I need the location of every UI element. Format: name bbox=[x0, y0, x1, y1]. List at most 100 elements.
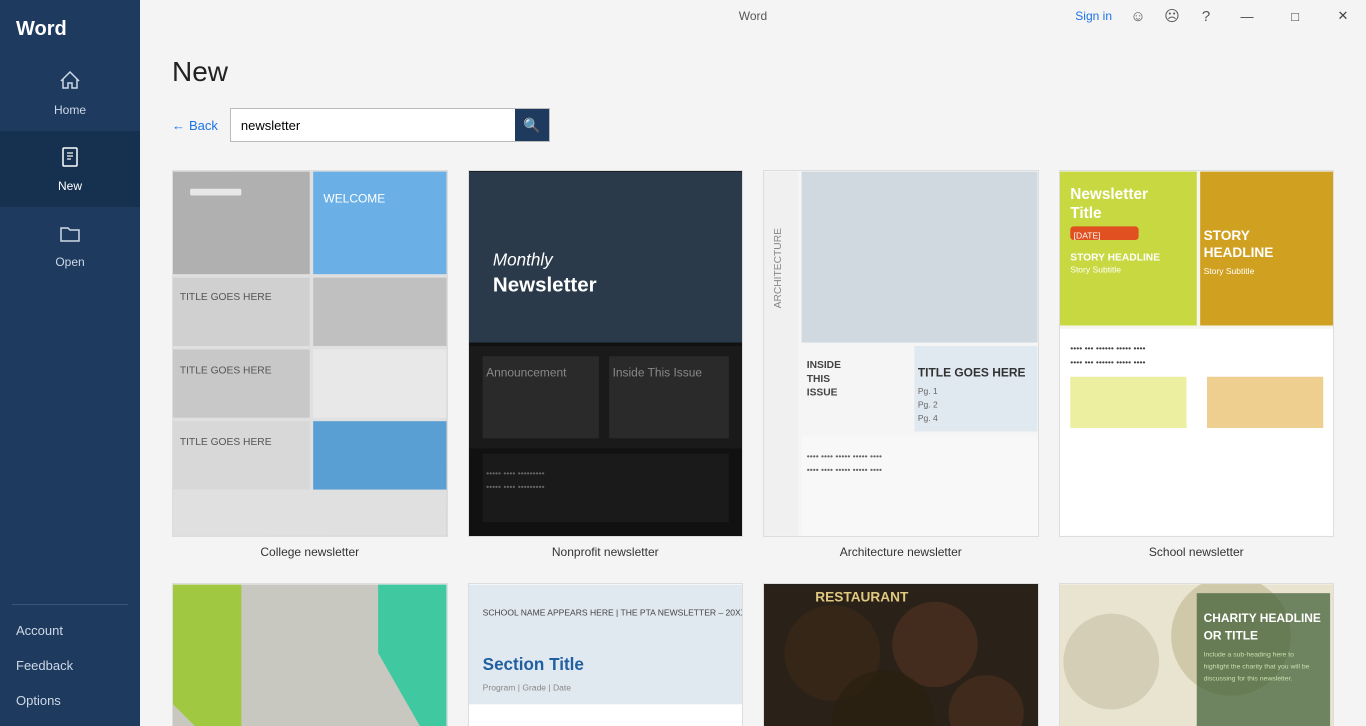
content-area: New ← Back 🔍 bbox=[140, 32, 1366, 726]
svg-text:TITLE GOES HERE: TITLE GOES HERE bbox=[180, 437, 272, 448]
template-card-school[interactable]: Newsletter Title [DATE] STORY HEADLINE S… bbox=[1059, 170, 1335, 559]
help-button[interactable]: ? bbox=[1190, 0, 1222, 32]
svg-text:THIS: THIS bbox=[807, 374, 831, 385]
minimize-button[interactable]: — bbox=[1224, 0, 1270, 32]
template-thumb-architecture: ARCHITECTURE INSIDE THIS ISSUE TITLE GOE… bbox=[763, 170, 1039, 537]
template-thumb-interior: COMPANY DATE EDITION X, VOLUME X NEWSLET… bbox=[172, 583, 448, 726]
template-card-nonprofit[interactable]: Monthly Newsletter Announcement Inside T… bbox=[468, 170, 744, 559]
sidebar-item-options-label: Options bbox=[16, 693, 61, 708]
svg-text:Pg. 2: Pg. 2 bbox=[918, 400, 938, 410]
svg-text:Newsletter: Newsletter bbox=[1070, 186, 1148, 203]
sidebar-item-new[interactable]: New bbox=[0, 131, 140, 207]
svg-text:STORY HEADLINE: STORY HEADLINE bbox=[1070, 253, 1160, 264]
svg-text:SCHOOL NAME APPEARS HERE | THE: SCHOOL NAME APPEARS HERE | THE PTA NEWSL… bbox=[482, 608, 742, 618]
svg-text:Title: Title bbox=[1070, 205, 1102, 222]
close-button[interactable]: ✕ bbox=[1320, 0, 1366, 32]
svg-text:TITLE GOES HERE: TITLE GOES HERE bbox=[918, 366, 1026, 380]
svg-text:STORY: STORY bbox=[1203, 228, 1249, 243]
svg-text:Inside This Issue: Inside This Issue bbox=[612, 366, 702, 380]
sidebar-item-open-label: Open bbox=[55, 255, 84, 269]
svg-text:ISSUE: ISSUE bbox=[807, 388, 838, 399]
svg-text:Newsletter: Newsletter bbox=[492, 273, 596, 296]
sidebar-item-feedback[interactable]: Feedback bbox=[0, 648, 140, 683]
back-button[interactable]: ← Back bbox=[172, 118, 218, 133]
template-label-architecture: Architecture newsletter bbox=[840, 545, 962, 559]
happy-icon: ☺ bbox=[1130, 8, 1145, 25]
page-title: New bbox=[172, 56, 1334, 88]
sidebar-item-open[interactable]: Open bbox=[0, 207, 140, 283]
svg-text:Story Subtitle: Story Subtitle bbox=[1070, 264, 1121, 274]
svg-text:Announcement: Announcement bbox=[486, 366, 567, 380]
back-arrow-icon: ← bbox=[172, 118, 185, 133]
template-card-architecture[interactable]: ARCHITECTURE INSIDE THIS ISSUE TITLE GOE… bbox=[763, 170, 1039, 559]
close-icon: ✕ bbox=[1338, 8, 1349, 24]
sad-face-button[interactable]: ☹ bbox=[1156, 0, 1188, 32]
app-title: Word bbox=[0, 0, 140, 55]
svg-text:[DATE]: [DATE] bbox=[1073, 230, 1100, 240]
svg-text:Monthly: Monthly bbox=[492, 251, 553, 270]
template-card-restaurant[interactable]: RESTAURANT ✕ IN THIS ISSUE PG. 1 ••• •••… bbox=[763, 583, 1039, 726]
svg-text:highlight the charity that you: highlight the charity that you will be bbox=[1203, 664, 1309, 671]
template-thumb-restaurant: RESTAURANT ✕ IN THIS ISSUE PG. 1 ••• •••… bbox=[763, 583, 1039, 726]
signin-button[interactable]: Sign in bbox=[1067, 9, 1120, 23]
minimize-icon: — bbox=[1241, 9, 1254, 24]
template-thumb-charity: CHARITY HEADLINE OR TITLE Include a sub-… bbox=[1059, 583, 1335, 726]
svg-text:RESTAURANT: RESTAURANT bbox=[815, 590, 909, 605]
template-card-interior[interactable]: COMPANY DATE EDITION X, VOLUME X NEWSLET… bbox=[172, 583, 448, 726]
sidebar-item-home[interactable]: Home bbox=[0, 55, 140, 131]
svg-text:Pg. 4: Pg. 4 bbox=[918, 413, 938, 423]
template-grid: WELCOME TITLE GOES HERE TITLE GOES HERE … bbox=[172, 170, 1334, 726]
svg-text:•••• •••• ••••• ••••• ••••: •••• •••• ••••• ••••• •••• bbox=[807, 464, 882, 474]
sidebar-item-home-label: Home bbox=[54, 103, 86, 117]
template-card-charity[interactable]: CHARITY HEADLINE OR TITLE Include a sub-… bbox=[1059, 583, 1335, 726]
svg-text:•••• ••• •••••• ••••• ••••: •••• ••• •••••• ••••• •••• bbox=[1070, 343, 1145, 353]
svg-text:WELCOME: WELCOME bbox=[323, 191, 385, 205]
svg-text:Program | Grade | Date: Program | Grade | Date bbox=[482, 683, 571, 693]
sidebar-item-new-label: New bbox=[58, 179, 82, 193]
titlebar: Word Sign in ☺ ☹ ? — □ ✕ bbox=[140, 0, 1366, 32]
template-thumb-college: WELCOME TITLE GOES HERE TITLE GOES HERE … bbox=[172, 170, 448, 537]
template-card-college[interactable]: WELCOME TITLE GOES HERE TITLE GOES HERE … bbox=[172, 170, 448, 559]
sidebar-nav: Home New Open bbox=[0, 55, 140, 726]
svg-text:discussing for this newsletter: discussing for this newsletter. bbox=[1203, 676, 1292, 683]
sidebar-item-account-label: Account bbox=[16, 623, 63, 638]
sidebar-bottom: Account Feedback Options bbox=[0, 613, 140, 726]
help-icon: ? bbox=[1202, 8, 1210, 25]
svg-text:Include a sub-heading here to: Include a sub-heading here to bbox=[1203, 652, 1294, 659]
svg-text:CHARITY HEADLINE: CHARITY HEADLINE bbox=[1203, 612, 1320, 626]
template-label-school: School newsletter bbox=[1149, 545, 1244, 559]
sidebar-item-options[interactable]: Options bbox=[0, 683, 140, 718]
svg-text:Story Subtitle: Story Subtitle bbox=[1203, 266, 1254, 276]
svg-text:ARCHITECTURE: ARCHITECTURE bbox=[773, 228, 784, 308]
template-label-college: College newsletter bbox=[260, 545, 359, 559]
home-icon bbox=[58, 69, 82, 97]
svg-text:OR TITLE: OR TITLE bbox=[1203, 629, 1257, 643]
happy-face-button[interactable]: ☺ bbox=[1122, 0, 1154, 32]
sidebar-item-account[interactable]: Account bbox=[0, 613, 140, 648]
titlebar-app-name: Word bbox=[739, 9, 767, 23]
template-thumb-school: Newsletter Title [DATE] STORY HEADLINE S… bbox=[1059, 170, 1335, 537]
maximize-button[interactable]: □ bbox=[1272, 0, 1318, 32]
search-box: 🔍 bbox=[230, 108, 550, 142]
open-icon bbox=[58, 221, 82, 249]
template-thumb-parent: SCHOOL NAME APPEARS HERE | THE PTA NEWSL… bbox=[468, 583, 744, 726]
sad-icon: ☹ bbox=[1164, 7, 1180, 25]
main-area: Word Sign in ☺ ☹ ? — □ ✕ New bbox=[140, 0, 1366, 726]
svg-text:••••• •••• •••••••••: ••••• •••• ••••••••• bbox=[486, 468, 545, 478]
maximize-icon: □ bbox=[1291, 9, 1299, 24]
svg-text:Pg. 1: Pg. 1 bbox=[918, 386, 938, 396]
svg-text:INSIDE: INSIDE bbox=[807, 360, 841, 371]
svg-text:Section Title: Section Title bbox=[482, 655, 583, 674]
search-button[interactable]: 🔍 bbox=[515, 109, 549, 141]
template-card-parent[interactable]: SCHOOL NAME APPEARS HERE | THE PTA NEWSL… bbox=[468, 583, 744, 726]
svg-text:•••• •••• ••••• ••••• ••••: •••• •••• ••••• ••••• •••• bbox=[807, 451, 882, 461]
back-label: Back bbox=[189, 118, 218, 133]
sidebar-divider bbox=[12, 604, 128, 605]
svg-text:HEADLINE: HEADLINE bbox=[1203, 245, 1273, 260]
svg-text:TITLE GOES HERE: TITLE GOES HERE bbox=[180, 292, 272, 303]
search-input[interactable] bbox=[231, 112, 515, 139]
titlebar-controls: Sign in ☺ ☹ ? — □ ✕ bbox=[1067, 0, 1366, 32]
sidebar-item-feedback-label: Feedback bbox=[16, 658, 73, 673]
search-row: ← Back 🔍 bbox=[172, 108, 1334, 142]
search-icon: 🔍 bbox=[523, 117, 540, 134]
